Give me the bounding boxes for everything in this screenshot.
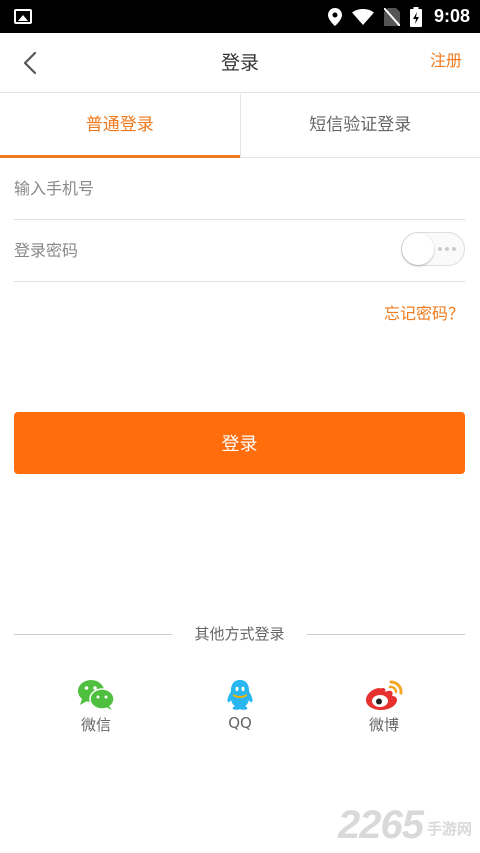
- register-link[interactable]: 注册: [430, 33, 462, 89]
- location-icon: [327, 7, 342, 26]
- wifi-icon: [351, 8, 374, 25]
- login-tabs: 普通登录 短信验证登录: [0, 94, 480, 158]
- other-login-divider: 其他方式登录: [14, 623, 465, 645]
- toggle-knob: [402, 233, 434, 265]
- login-button[interactable]: 登录: [14, 412, 465, 474]
- show-password-toggle[interactable]: [401, 232, 465, 266]
- qq-label: QQ: [228, 714, 252, 732]
- weibo-label: 微博: [368, 716, 399, 734]
- qq-icon: [227, 680, 253, 710]
- weibo-login-button[interactable]: 微博: [344, 678, 424, 735]
- app-header: 登录 注册: [0, 33, 480, 93]
- wechat-icon: [78, 680, 115, 710]
- qq-login-button[interactable]: QQ: [200, 678, 280, 732]
- password-input[interactable]: [14, 220, 384, 280]
- social-login-row: 微信 QQ 微博: [0, 678, 480, 738]
- status-bar: 9:08: [0, 0, 480, 33]
- watermark-site: 手游网: [426, 820, 472, 838]
- forgot-password-link[interactable]: 忘记密码？: [384, 300, 464, 324]
- wechat-label: 微信: [80, 716, 111, 734]
- phone-input[interactable]: [14, 158, 384, 218]
- weibo-icon: [366, 680, 403, 710]
- back-button[interactable]: [14, 47, 46, 79]
- password-field: [14, 220, 465, 282]
- status-time: 9:08: [433, 6, 470, 26]
- watermark-digits: 2265: [338, 803, 424, 847]
- gallery-icon: [14, 9, 32, 24]
- battery-charging-icon: [409, 6, 422, 27]
- no-sim-icon: [383, 7, 400, 26]
- dots-icon: [438, 247, 456, 251]
- wechat-login-button[interactable]: 微信: [56, 678, 136, 735]
- chevron-left-icon: [23, 51, 37, 75]
- tab-normal-login[interactable]: 普通登录: [0, 94, 240, 158]
- site-watermark: 2265 手游网: [338, 803, 472, 847]
- phone-field: [14, 158, 465, 220]
- divider-line-right: [307, 634, 465, 635]
- tab-sms-login[interactable]: 短信验证登录: [239, 94, 480, 157]
- page-title: 登录: [220, 52, 259, 74]
